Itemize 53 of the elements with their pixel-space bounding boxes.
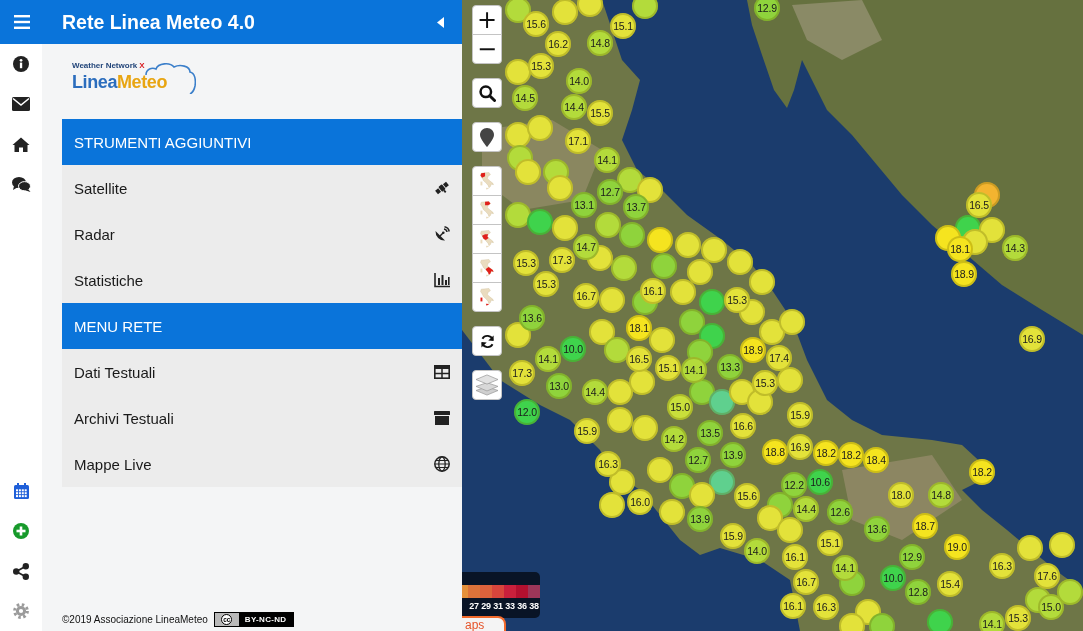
settings-icon[interactable] xyxy=(13,603,29,619)
home-icon[interactable] xyxy=(12,136,30,152)
section-header: MENU RETE xyxy=(62,303,462,349)
search-icon xyxy=(478,84,496,102)
region-map-button[interactable] xyxy=(472,282,502,312)
menu-item[interactable]: Archivi Testuali xyxy=(62,395,462,441)
region-map-button[interactable] xyxy=(472,253,502,283)
layers-icon xyxy=(475,374,499,396)
share-icon[interactable] xyxy=(13,562,29,580)
legend-label: 29 xyxy=(481,601,491,611)
italy-map-icon xyxy=(480,201,494,219)
italy-map-icon xyxy=(480,230,494,248)
zoom-out-button[interactable]: − xyxy=(472,34,502,64)
globe-icon[interactable] xyxy=(434,456,450,472)
region-map-button[interactable] xyxy=(472,195,502,225)
italy-map-icon xyxy=(480,172,494,190)
menu-item[interactable]: Statistiche xyxy=(62,257,462,303)
chat-bubbles-icon[interactable] xyxy=(11,176,31,192)
envelope-icon[interactable] xyxy=(12,97,30,111)
plus-circle-icon[interactable] xyxy=(13,523,29,539)
region-map-button[interactable] xyxy=(472,224,502,254)
refresh-button[interactable] xyxy=(472,326,502,356)
legend-label: 38 xyxy=(529,601,539,611)
bar-chart-icon[interactable] xyxy=(434,272,450,288)
caret-left-icon[interactable] xyxy=(437,16,444,28)
satellite-dish-icon[interactable] xyxy=(434,226,450,242)
refresh-icon xyxy=(479,333,495,349)
legend-label: 27 xyxy=(469,601,479,611)
menu-item[interactable]: Satellite xyxy=(62,165,462,211)
search-button[interactable] xyxy=(472,78,502,108)
app-title: Rete Linea Meteo 4.0 xyxy=(62,10,256,34)
satellite-icon[interactable] xyxy=(434,180,450,196)
legend-label: 33 xyxy=(505,601,515,611)
zoom-in-button[interactable]: + xyxy=(472,5,502,35)
menu-icon[interactable] xyxy=(14,15,30,29)
region-map-button[interactable] xyxy=(472,166,502,196)
menu-item[interactable]: Dati Testuali xyxy=(62,349,462,395)
map-pin-icon xyxy=(480,127,494,147)
italy-map-icon xyxy=(480,288,494,306)
copyright-text: ©2019 Associazione LineaMeteo xyxy=(62,613,208,625)
table-icon[interactable] xyxy=(434,365,450,379)
legend-label: 36 xyxy=(517,601,527,611)
logo: Weather Network X LineaMeteo xyxy=(72,60,196,96)
menu-item[interactable]: Radar xyxy=(62,211,462,257)
locate-button[interactable] xyxy=(472,122,502,152)
calendar-icon[interactable] xyxy=(13,483,29,499)
menu-item[interactable]: Mappe Live xyxy=(62,441,462,487)
section-header: STRUMENTI AGGIUNTIVI xyxy=(62,119,462,165)
legend-label: 31 xyxy=(493,601,503,611)
archive-box-icon[interactable] xyxy=(434,411,450,425)
italy-map-icon xyxy=(480,259,494,277)
layers-button[interactable] xyxy=(472,370,502,400)
info-icon[interactable] xyxy=(13,56,29,72)
